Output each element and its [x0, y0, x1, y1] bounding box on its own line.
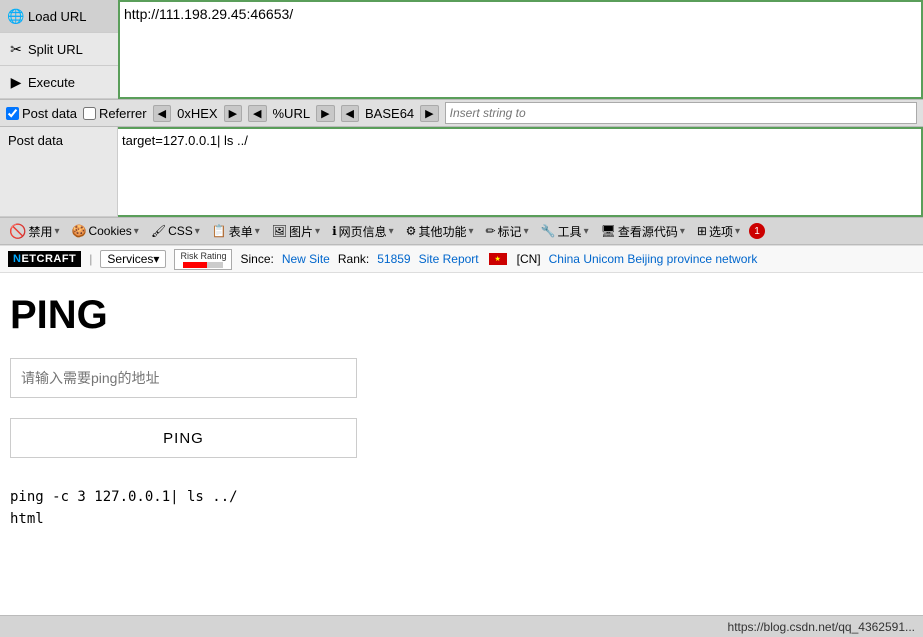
since-text: Since: — [240, 252, 273, 266]
images-item[interactable]: 🖼 图片 ▾ — [267, 221, 325, 242]
options-icon: ⊞ — [697, 224, 707, 238]
disable-item[interactable]: 🚫 禁用 ▾ — [4, 221, 64, 242]
css-icon: 🖌 — [151, 224, 166, 238]
misc-icon: ⚙ — [406, 224, 417, 238]
postdata-label: Post data — [0, 127, 118, 217]
postdata-textarea-wrap: target=127.0.0.1| ls ../ — [118, 127, 923, 217]
base64-left-arrow[interactable]: ◀ — [341, 105, 359, 122]
tools-icon: 🔧 — [541, 224, 556, 238]
info-icon: ℹ — [332, 224, 337, 238]
execute-label: Execute — [28, 75, 75, 90]
forms-icon: 📋 — [212, 224, 227, 238]
rank-link[interactable]: 51859 — [377, 252, 410, 266]
ping-button[interactable]: PING — [10, 418, 357, 458]
page-title: PING — [10, 293, 903, 338]
hex-left-arrow[interactable]: ◀ — [153, 105, 171, 122]
notification-badge: 1 — [749, 223, 765, 239]
viewsource-item[interactable]: 🖥 查看源代码 ▾ — [596, 221, 690, 242]
postdata-row: Post data target=127.0.0.1| ls ../ — [0, 127, 923, 217]
url-right-arrow[interactable]: ▶ — [316, 105, 334, 122]
status-bar: https://blog.csdn.net/qq_4362591... — [0, 615, 923, 637]
risk-bar — [183, 262, 223, 268]
base64-right-arrow[interactable]: ▶ — [420, 105, 438, 122]
output-line-2: html — [10, 508, 903, 530]
referrer-checkbox[interactable] — [83, 107, 96, 120]
netcraft-bar: NETCRAFT | Services▾ Risk Rating Since: … — [0, 245, 923, 273]
insert-string-input[interactable] — [445, 102, 917, 124]
forms-item[interactable]: 📋 表单 ▾ — [207, 221, 265, 242]
split-url-button[interactable]: ✂ Split URL — [0, 33, 118, 66]
url-area: http://111.198.29.45:46653/ — [118, 0, 923, 99]
firebug-toolbar: 🚫 禁用 ▾ 🍪 Cookies ▾ 🖌 CSS ▾ 📋 表单 ▾ 🖼 图片 ▾… — [0, 217, 923, 245]
post-data-checkbox-label[interactable]: Post data — [6, 106, 77, 121]
pageinfo-item[interactable]: ℹ 网页信息 ▾ — [327, 221, 399, 242]
url-input[interactable]: http://111.198.29.45:46653/ — [124, 6, 917, 93]
split-url-label: Split URL — [28, 42, 83, 57]
output-line-1: ping -c 3 127.0.0.1| ls ../ — [10, 486, 903, 508]
disable-icon: 🚫 — [9, 223, 26, 240]
new-site-link[interactable]: New Site — [282, 252, 330, 266]
ping-button-wrap: PING — [10, 418, 903, 458]
css-item[interactable]: 🖌 CSS ▾ — [146, 222, 205, 240]
cookies-item[interactable]: 🍪 Cookies ▾ — [66, 222, 143, 240]
output-area: ping -c 3 127.0.0.1| ls ../ html — [10, 478, 903, 539]
country-text: [CN] — [517, 252, 541, 266]
provider-link[interactable]: China Unicom Beijing province network — [549, 252, 758, 266]
site-report-link[interactable]: Site Report — [419, 252, 479, 266]
execute-icon: ▶ — [8, 74, 24, 90]
referrer-checkbox-label[interactable]: Referrer — [83, 106, 147, 121]
cookies-icon: 🍪 — [71, 224, 86, 238]
misc-item[interactable]: ⚙ 其他功能 ▾ — [401, 221, 479, 242]
netcraft-logo: NETCRAFT — [8, 251, 81, 267]
ping-input-wrap — [10, 358, 903, 398]
cn-flag: ★ — [489, 253, 507, 265]
hex-right-arrow[interactable]: ▶ — [224, 105, 242, 122]
main-content: PING PING ping -c 3 127.0.0.1| ls ../ ht… — [0, 273, 923, 637]
load-url-label: Load URL — [28, 9, 87, 24]
split-url-icon: ✂ — [8, 41, 24, 57]
load-url-button[interactable]: 🌐 Load URL — [0, 0, 118, 33]
tools-item[interactable]: 🔧 工具 ▾ — [536, 221, 594, 242]
options-item[interactable]: ⊞ 选项 ▾ — [692, 221, 745, 242]
postdata-textarea[interactable]: target=127.0.0.1| ls ../ — [118, 129, 921, 215]
services-button[interactable]: Services▾ — [100, 250, 166, 268]
postdata-toolbar: Post data Referrer ◀ 0xHEX ▶ ◀ %URL ▶ ◀ … — [0, 99, 923, 127]
images-icon: 🖼 — [272, 224, 287, 238]
mark-icon: ✏ — [485, 224, 495, 238]
netcraft-separator: | — [89, 252, 92, 266]
post-data-checkbox[interactable] — [6, 107, 19, 120]
load-url-icon: 🌐 — [8, 8, 24, 24]
url-left-arrow[interactable]: ◀ — [248, 105, 266, 122]
risk-label: Risk Rating — [180, 251, 226, 261]
rank-text: Rank: — [338, 252, 369, 266]
source-icon: 🖥 — [601, 224, 616, 238]
execute-button[interactable]: ▶ Execute — [0, 66, 118, 99]
ping-address-input[interactable] — [10, 358, 357, 398]
mark-item[interactable]: ✏ 标记 ▾ — [480, 221, 533, 242]
risk-rating-box: Risk Rating — [174, 249, 232, 270]
status-url: https://blog.csdn.net/qq_4362591... — [728, 620, 915, 634]
